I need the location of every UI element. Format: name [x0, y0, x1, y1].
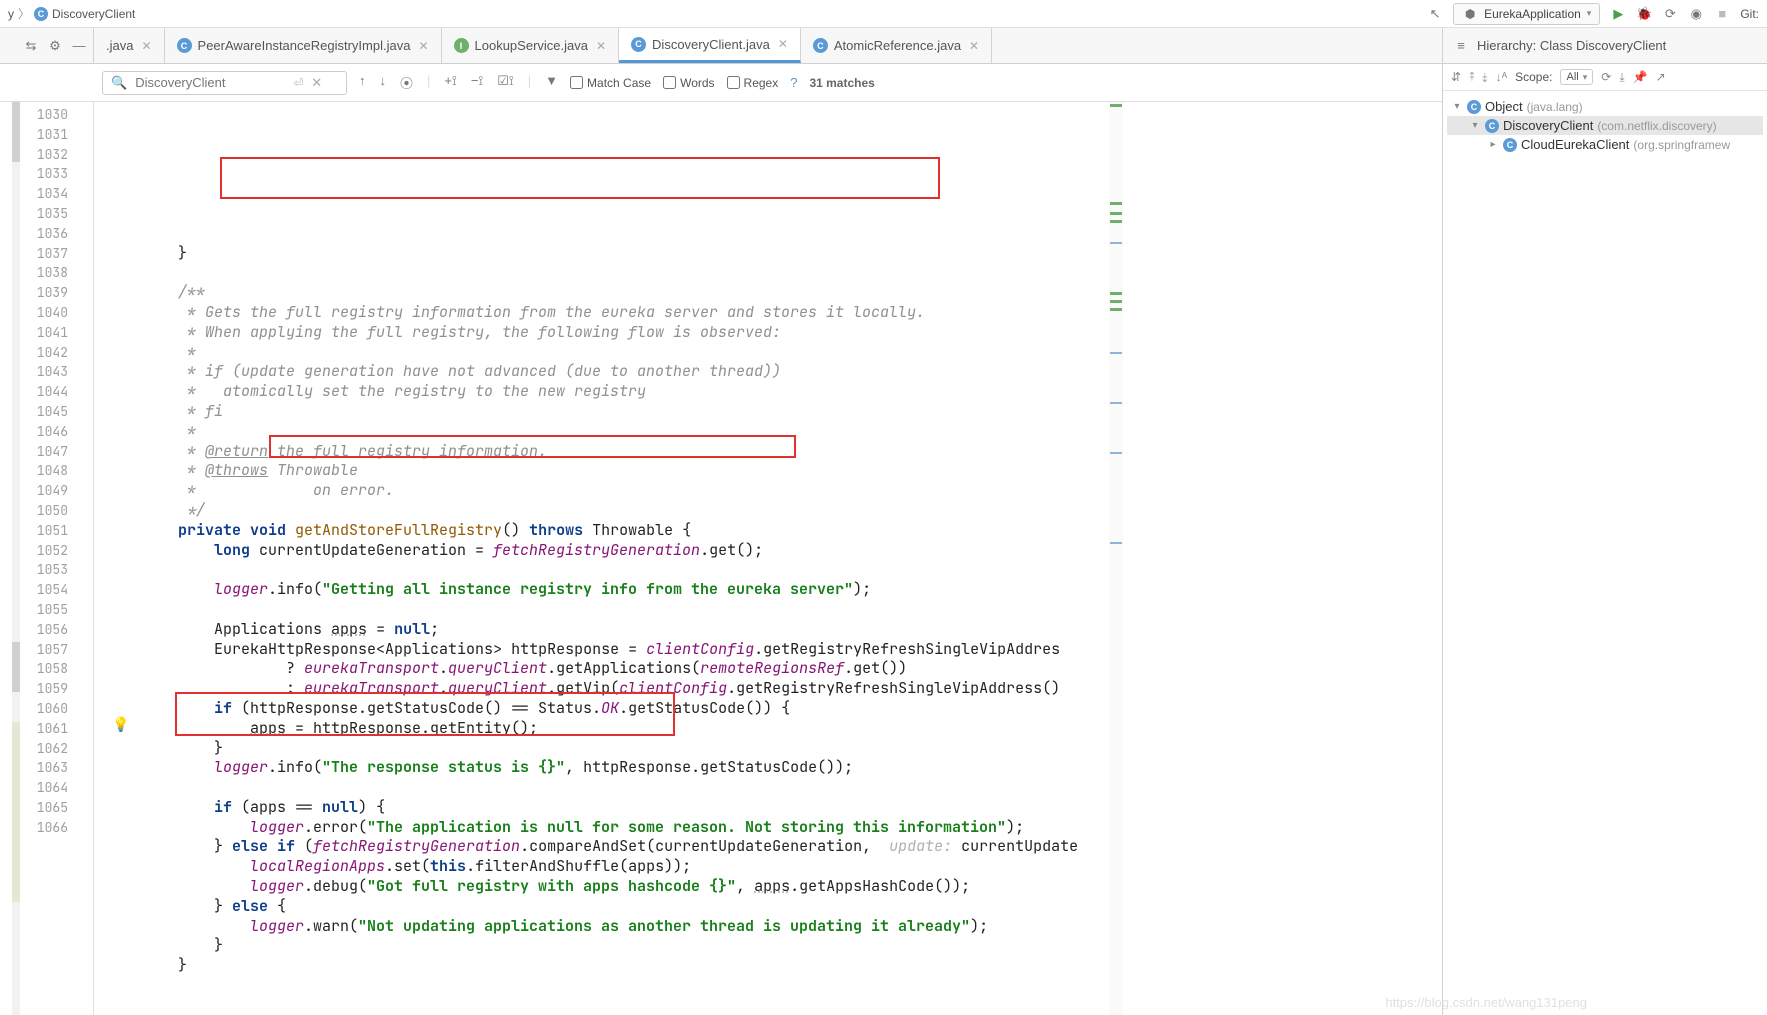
match-count: 31 matches: [809, 76, 874, 90]
run-button-icon[interactable]: ▶: [1610, 6, 1626, 22]
side-tool-buttons: ⇆ ⚙ —: [0, 28, 94, 63]
stop-button-icon[interactable]: ■: [1714, 6, 1730, 22]
close-tab-icon[interactable]: ✕: [141, 39, 151, 53]
match-case-checkbox[interactable]: Match Case: [570, 76, 651, 90]
minimize-icon[interactable]: —: [71, 38, 87, 54]
line-numbers: 1030 1031 1032 1033 1034 1035 1036 1037 …: [20, 102, 74, 1015]
find-all-icon[interactable]: ⦿: [400, 73, 413, 92]
settings-icon[interactable]: ⚙: [47, 38, 63, 54]
class-icon: C: [1485, 119, 1499, 133]
pin-icon[interactable]: 📌: [1633, 70, 1648, 84]
breadcrumb-sep: 〉: [18, 5, 30, 22]
editor-tab[interactable]: C AtomicReference.java ✕: [801, 28, 992, 63]
collapse-icon[interactable]: ⇆: [23, 38, 39, 54]
hierarchy-panel: ⇵ ⤉ ⤈ ↓ᴬ Scope: All▾ ⟳ ⤓ 📌 ↗ ▾ C Object (j…: [1442, 64, 1767, 1015]
profile-button-icon[interactable]: ◉: [1688, 6, 1704, 22]
tree-node-package: (java.lang): [1527, 100, 1583, 114]
close-tab-icon[interactable]: ✕: [778, 37, 788, 51]
tree-expander-icon[interactable]: ▸: [1487, 139, 1499, 150]
tab-label: DiscoveryClient.java: [652, 37, 770, 52]
class-icon: C: [1503, 138, 1517, 152]
enter-hint-icon: ⏎: [293, 76, 303, 90]
code-editor[interactable]: } /** * Gets the full registry informati…: [94, 102, 1123, 1015]
hierarchy-tree-row[interactable]: ▸ C CloudEurekaClient (org.springframew: [1447, 135, 1763, 154]
filter-icon[interactable]: ▼: [545, 73, 558, 92]
coverage-button-icon[interactable]: ⟳: [1662, 6, 1678, 22]
tree-node-package: (com.netflix.discovery): [1597, 119, 1716, 133]
tab-label: PeerAwareInstanceRegistryImpl.java: [198, 38, 411, 53]
breadcrumb-current[interactable]: DiscoveryClient: [52, 7, 135, 21]
error-stripe[interactable]: [1109, 102, 1123, 1015]
supertypes-icon[interactable]: ⤉: [1469, 70, 1474, 85]
hierarchy-tree: ▾ C Object (java.lang) ▾ C DiscoveryClient (c…: [1443, 91, 1767, 160]
editor-tab[interactable]: .java ✕: [94, 28, 165, 63]
find-input-wrap[interactable]: 🔍 ⏎ ✕: [102, 71, 347, 95]
annotation-box: [220, 157, 940, 199]
find-input[interactable]: [135, 75, 285, 90]
class-icon: C: [1467, 100, 1481, 114]
editor-tabs: .java ✕ C PeerAwareInstanceRegistryImpl.jav…: [94, 28, 992, 63]
prev-match-icon[interactable]: ↑: [359, 73, 366, 92]
hierarchy-title: Hierarchy: Class DiscoveryClient: [1477, 38, 1666, 53]
file-type-icon: C: [177, 38, 192, 53]
remove-selection-icon[interactable]: −⟟: [471, 73, 483, 92]
tabs-row: ⇆ ⚙ — .java ✕ C PeerAwareInstanceRegistryIm…: [0, 28, 1767, 64]
export-icon[interactable]: ↗: [1656, 70, 1666, 84]
scope-selector[interactable]: All▾: [1560, 69, 1593, 85]
chevron-down-icon: ▾: [1587, 8, 1592, 19]
intention-bulb-icon[interactable]: 💡: [112, 716, 129, 733]
editor-tab[interactable]: C PeerAwareInstanceRegistryImpl.java ✕: [165, 28, 442, 63]
tree-node-name: DiscoveryClient: [1503, 118, 1593, 133]
refresh-icon[interactable]: ⟳: [1601, 70, 1611, 84]
tree-node-package: (org.springframew: [1633, 138, 1730, 152]
fold-gutter[interactable]: [74, 102, 94, 1015]
select-all-icon[interactable]: ☑⟟: [497, 73, 514, 92]
tree-expander-icon[interactable]: ▾: [1469, 120, 1481, 131]
close-tab-icon[interactable]: ✕: [418, 39, 428, 53]
sort-icon[interactable]: ↓ᴬ: [1496, 70, 1507, 84]
scope-label: Scope:: [1515, 70, 1552, 84]
watermark: https://blog.csdn.net/wang131peng: [1385, 995, 1587, 1010]
search-icon: 🔍: [111, 75, 127, 91]
breadcrumb-label: y: [8, 7, 14, 21]
run-config-selector[interactable]: ⬢ EurekaApplication ▾: [1453, 3, 1600, 25]
run-spring-icon: ⬢: [1462, 6, 1478, 22]
tree-node-name: Object: [1485, 99, 1523, 114]
change-markers: [12, 102, 20, 1015]
file-type-icon: C: [813, 38, 828, 53]
hierarchy-tree-row[interactable]: ▾ C Object (java.lang): [1447, 97, 1763, 116]
words-checkbox[interactable]: Words: [663, 76, 714, 90]
close-tab-icon[interactable]: ✕: [596, 39, 606, 53]
debug-button-icon[interactable]: 🐞: [1636, 6, 1652, 22]
close-tab-icon[interactable]: ✕: [969, 39, 979, 53]
top-bar: y 〉 C DiscoveryClient ↖ ⬢ EurekaApplicat…: [0, 0, 1767, 28]
editor-tab[interactable]: I LookupService.java ✕: [442, 28, 620, 63]
add-selection-icon[interactable]: +⟟: [444, 73, 456, 92]
tab-label: AtomicReference.java: [834, 38, 961, 53]
tab-label: .java: [106, 38, 133, 53]
find-help-icon[interactable]: ?: [790, 75, 797, 90]
arrow-prev-icon[interactable]: ↖: [1427, 6, 1443, 22]
git-label: Git:: [1740, 7, 1759, 21]
tree-expander-icon[interactable]: ▾: [1451, 101, 1463, 112]
regex-checkbox[interactable]: Regex: [727, 76, 779, 90]
list-icon[interactable]: ≡: [1453, 38, 1469, 54]
class-file-icon: C: [34, 7, 48, 21]
clear-search-icon[interactable]: ✕: [311, 75, 322, 91]
autoscroll-icon[interactable]: ⤓: [1619, 70, 1624, 85]
breadcrumb: y 〉 C DiscoveryClient: [8, 5, 135, 22]
right-tool-area: ≡ Hierarchy: Class DiscoveryClient: [1442, 28, 1767, 63]
file-type-icon: C: [631, 37, 646, 52]
class-hierarchy-icon[interactable]: ⇵: [1451, 70, 1461, 84]
next-match-icon[interactable]: ↓: [380, 73, 387, 92]
hierarchy-tree-row[interactable]: ▾ C DiscoveryClient (com.netflix.discovery…: [1447, 116, 1763, 135]
editor-tab[interactable]: C DiscoveryClient.java ✕: [619, 28, 801, 63]
editor-area: 1030 1031 1032 1033 1034 1035 1036 1037 …: [0, 102, 1123, 1015]
subtypes-icon[interactable]: ⤈: [1482, 70, 1487, 85]
file-type-icon: I: [454, 38, 469, 53]
tree-node-name: CloudEurekaClient: [1521, 137, 1629, 152]
run-config-label: EurekaApplication: [1484, 7, 1581, 21]
tab-label: LookupService.java: [475, 38, 588, 53]
